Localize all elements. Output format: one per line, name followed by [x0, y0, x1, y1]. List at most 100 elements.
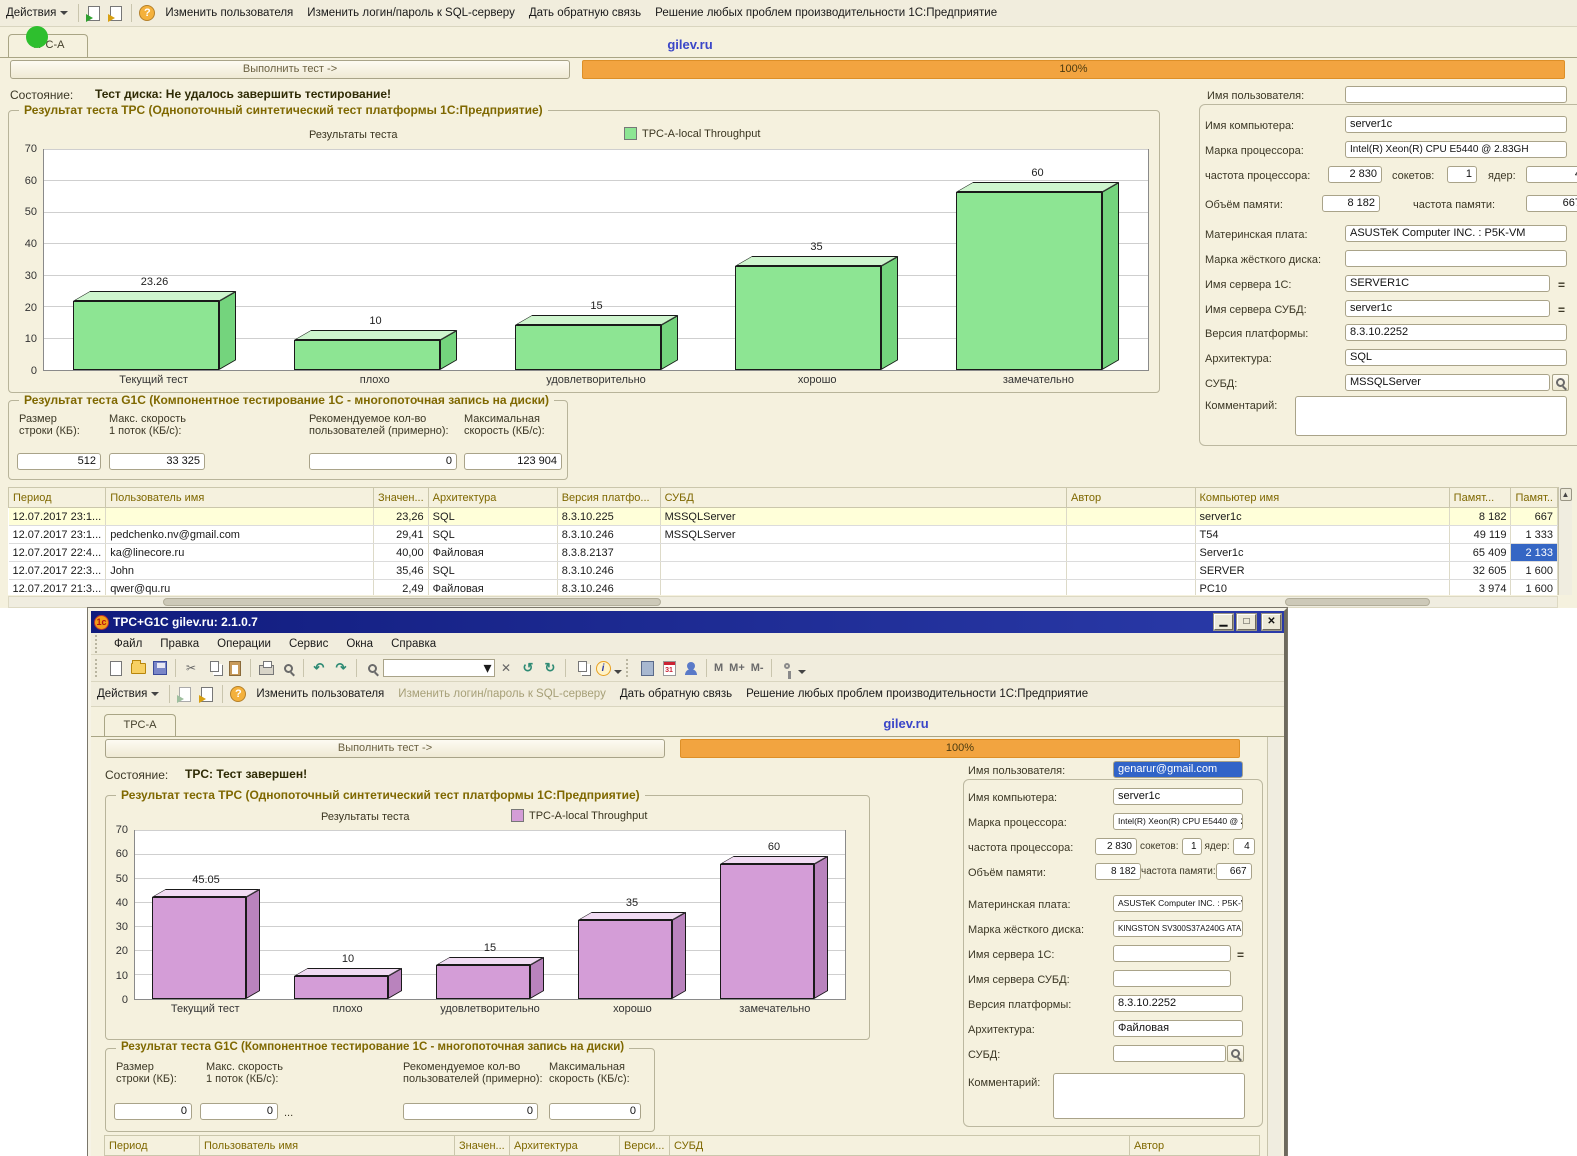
run-test-button[interactable]: Выполнить тест -> [105, 739, 665, 758]
minimize-button[interactable]: ▁ [1214, 614, 1233, 630]
cpu-freq-field[interactable]: 2 830 [1095, 838, 1137, 855]
column-header[interactable]: Автор [1067, 488, 1195, 508]
table-row[interactable]: 12.07.2017 22:3...John35,46SQL8.3.10.246… [9, 562, 1558, 580]
cell[interactable]: ka@linecore.ru [106, 544, 374, 562]
g1c-users-field[interactable]: 0 [403, 1103, 538, 1120]
cell[interactable]: John [106, 562, 374, 580]
action-solve-problems[interactable]: Решение любых проблем производительности… [648, 7, 1004, 19]
tab-tpc-a[interactable]: TPC-A [8, 34, 88, 58]
column-header[interactable]: Памят... [1449, 488, 1511, 508]
cell[interactable]: 2,49 [373, 580, 428, 596]
cell[interactable] [1067, 544, 1195, 562]
g1c-maxspeed-field[interactable]: 123 904 [464, 453, 562, 470]
toolbar-grip[interactable] [626, 659, 632, 677]
cell[interactable]: 8.3.10.225 [557, 508, 660, 526]
dbserver-field[interactable] [1113, 970, 1231, 987]
cell[interactable]: 40,00 [373, 544, 428, 562]
column-header[interactable]: Верси... [620, 1136, 670, 1156]
menu-windows[interactable]: Окна [337, 638, 382, 650]
redo-icon[interactable]: ↷ [331, 658, 351, 678]
cell[interactable]: 49 119 [1449, 526, 1511, 544]
cores-field[interactable]: 4 [1526, 166, 1577, 183]
ram-freq-field[interactable]: 667 [1216, 863, 1252, 880]
cell[interactable]: 8 182 [1449, 508, 1511, 526]
dbms-search-button[interactable] [1552, 374, 1569, 391]
cpu-freq-field[interactable]: 2 830 [1328, 166, 1382, 183]
cell[interactable]: SQL [428, 526, 557, 544]
table-row[interactable]: 12.07.2017 23:1...23,26SQL8.3.10.225MSSQ… [9, 508, 1558, 526]
ram-field[interactable]: 8 182 [1095, 863, 1141, 880]
cell[interactable] [660, 562, 1066, 580]
g1c-rowsize-field[interactable]: 0 [114, 1103, 192, 1120]
cell[interactable]: MSSQLServer [660, 526, 1066, 544]
table-hscrollbar[interactable] [8, 596, 1558, 608]
gilev-link[interactable]: gilev.ru [600, 37, 780, 52]
menu-help[interactable]: Справка [382, 638, 445, 650]
copy-window-icon[interactable] [571, 658, 591, 678]
chevron-down-icon[interactable] [798, 670, 806, 674]
save-user-icon[interactable] [197, 684, 217, 704]
cell[interactable] [660, 544, 1066, 562]
load-user-icon[interactable] [84, 3, 104, 23]
cell[interactable]: 32 605 [1449, 562, 1511, 580]
chevron-down-icon[interactable]: ▾ [481, 658, 494, 678]
search-input[interactable]: ▾ [383, 659, 495, 677]
table-row[interactable]: 12.07.2017 22:4...ka@linecore.ru40,00Фай… [9, 544, 1558, 562]
sockets-field[interactable]: 1 [1447, 166, 1477, 183]
column-header[interactable]: Значен... [373, 488, 428, 508]
cell[interactable]: SQL [428, 508, 557, 526]
cell[interactable]: 12.07.2017 21:3... [9, 580, 106, 596]
cell[interactable] [660, 580, 1066, 596]
action-change-sql-login[interactable]: Изменить логин/пароль к SQL-серверу [391, 688, 613, 700]
column-header[interactable]: Период [9, 488, 106, 508]
cell[interactable]: MSSQLServer [660, 508, 1066, 526]
menu-edit[interactable]: Правка [151, 638, 208, 650]
menu-operations[interactable]: Операции [208, 638, 280, 650]
sockets-field[interactable]: 1 [1182, 838, 1202, 855]
cell[interactable]: SERVER [1195, 562, 1449, 580]
help-icon[interactable]: ? [228, 684, 248, 704]
hscroll-thumb2[interactable] [1285, 598, 1430, 606]
cell[interactable]: 12.07.2017 22:3... [9, 562, 106, 580]
copy-icon[interactable] [203, 658, 223, 678]
memory-subtract-button[interactable]: M- [748, 662, 767, 674]
cell[interactable]: 8.3.8.2137 [557, 544, 660, 562]
column-header[interactable]: Пользователь имя [200, 1136, 455, 1156]
load-user-icon[interactable] [175, 684, 195, 704]
cell[interactable]: 1 600 [1511, 562, 1558, 580]
column-header[interactable]: СУБД [660, 488, 1066, 508]
cell[interactable] [106, 508, 374, 526]
hscroll-thumb[interactable] [163, 598, 661, 606]
save-user-icon[interactable] [106, 3, 126, 23]
cell[interactable] [1067, 526, 1195, 544]
arch-field[interactable]: Файловая [1113, 1020, 1243, 1037]
memory-add-button[interactable]: M+ [726, 662, 748, 674]
platform-field[interactable]: 8.3.10.2252 [1345, 324, 1567, 341]
action-change-user[interactable]: Изменить пользователя [249, 688, 391, 700]
paste-icon[interactable] [225, 658, 245, 678]
cell[interactable]: 12.07.2017 23:1... [9, 508, 106, 526]
undo-icon[interactable]: ↶ [309, 658, 329, 678]
table-row[interactable]: 12.07.2017 21:3...qwer@qu.ru2,49Файловая… [9, 580, 1558, 596]
column-header[interactable]: Автор [1130, 1136, 1260, 1156]
column-header[interactable]: СУБД [670, 1136, 1130, 1156]
dbms-search-button[interactable] [1227, 1045, 1244, 1062]
cell[interactable]: 29,41 [373, 526, 428, 544]
cpu-field[interactable]: Intel(R) Xeon(R) CPU E5440 @ 2.83GH [1345, 141, 1567, 158]
calculator-icon[interactable] [637, 658, 657, 678]
cell[interactable]: 8.3.10.246 [557, 580, 660, 596]
calendar-icon[interactable]: 31 [659, 658, 679, 678]
cell[interactable]: 2 133 [1511, 544, 1558, 562]
maximize-button[interactable]: □ [1237, 614, 1256, 630]
print-preview-icon[interactable] [278, 658, 298, 678]
tab-tpc-a[interactable]: TPC-A [104, 714, 176, 736]
cell[interactable]: 12.07.2017 22:4... [9, 544, 106, 562]
column-header[interactable]: Значен... [455, 1136, 510, 1156]
dbserver-field[interactable]: server1c [1345, 300, 1550, 317]
action-change-sql-login[interactable]: Изменить логин/пароль к SQL-серверу [300, 7, 522, 19]
action-change-user[interactable]: Изменить пользователя [158, 7, 300, 19]
cell[interactable]: 3 974 [1449, 580, 1511, 596]
motherboard-field[interactable]: ASUSTeK Computer INC. : P5K-VM [1345, 225, 1567, 242]
toolbar-grip[interactable] [95, 659, 101, 677]
find-next-icon[interactable]: ↻ [540, 658, 560, 678]
